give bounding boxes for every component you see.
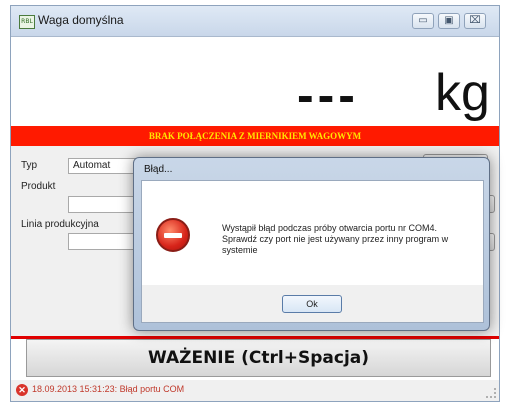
- app-icon: RBL: [19, 15, 35, 29]
- stop-icon: [156, 218, 190, 252]
- linia-label: Linia produkcyjna: [21, 219, 99, 230]
- resize-grip-icon[interactable]: [486, 388, 496, 398]
- error-dialog: Błąd... Wystąpił błąd podczas próby otwa…: [133, 157, 490, 331]
- status-text: 18.09.2013 15:31:23: Błąd portu COM: [32, 384, 185, 394]
- typ-label: Typ: [21, 160, 38, 171]
- dialog-message: Wystąpił błąd podczas próby otwarcia por…: [222, 223, 449, 255]
- weight-value: ---: [297, 67, 359, 123]
- dialog-footer: Ok: [141, 285, 484, 323]
- window-title: Waga domyślna: [38, 13, 124, 27]
- error-icon: ✕: [16, 384, 28, 396]
- weigh-button[interactable]: WAŻENIE (Ctrl+Spacja): [26, 339, 491, 377]
- status-bar: ✕ 18.09.2013 15:31:23: Błąd portu COM: [11, 380, 499, 401]
- close-button[interactable]: ⌧: [464, 13, 486, 29]
- title-bar[interactable]: RBL Waga domyślna ▭ ▣ ⌧: [11, 6, 499, 37]
- minimize-button[interactable]: ▭: [412, 13, 434, 29]
- ok-button[interactable]: Ok: [282, 295, 342, 313]
- produkt-label: Produkt: [21, 181, 56, 192]
- stop-icon-bar: [164, 233, 182, 238]
- weight-display: --- kg: [11, 37, 499, 125]
- weight-unit: kg: [435, 64, 490, 122]
- maximize-button[interactable]: ▣: [438, 13, 460, 29]
- connection-alert-bar: BRAK POŁĄCZENIA Z MIERNIKIEM WAGOWYM: [11, 126, 499, 146]
- dialog-body: Wystąpił błąd podczas próby otwarcia por…: [141, 180, 484, 286]
- dialog-title: Błąd...: [144, 164, 173, 175]
